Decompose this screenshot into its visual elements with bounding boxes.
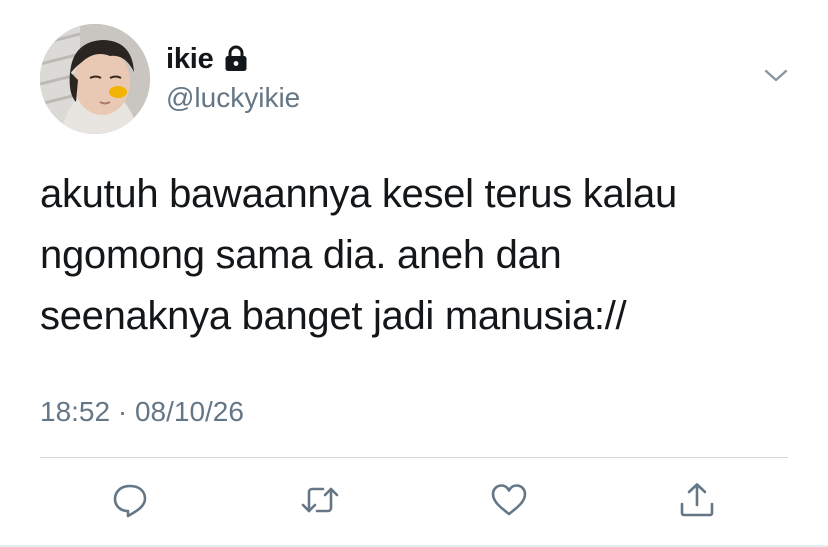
divider: [40, 457, 788, 458]
retweet-button[interactable]: [298, 478, 342, 522]
chevron-down-icon[interactable]: [762, 66, 790, 86]
author-name-row[interactable]: ikie: [166, 42, 248, 76]
action-bar: [0, 478, 828, 526]
avatar[interactable]: [40, 24, 150, 134]
lock-icon: [224, 45, 248, 73]
like-button[interactable]: [487, 478, 531, 522]
share-upload-icon: [680, 483, 714, 517]
share-button[interactable]: [675, 478, 719, 522]
speech-bubble-icon: [113, 484, 147, 518]
heart-icon: [491, 484, 527, 516]
retweet-arrows-icon: [301, 487, 339, 513]
tweet-timestamp[interactable]: 18:52 · 08/10/26: [40, 396, 244, 428]
author-display-name[interactable]: ikie: [166, 43, 214, 76]
author-handle[interactable]: @luckyikie: [166, 82, 300, 114]
tweet-text: akutuh bawaannya kesel terus kalau ngomo…: [40, 172, 677, 338]
tweet-card: ikie @luckyikie akutuh bawaannya kesel t…: [0, 0, 828, 547]
reply-button[interactable]: [108, 478, 152, 522]
profile-photo-icon: [40, 24, 150, 134]
